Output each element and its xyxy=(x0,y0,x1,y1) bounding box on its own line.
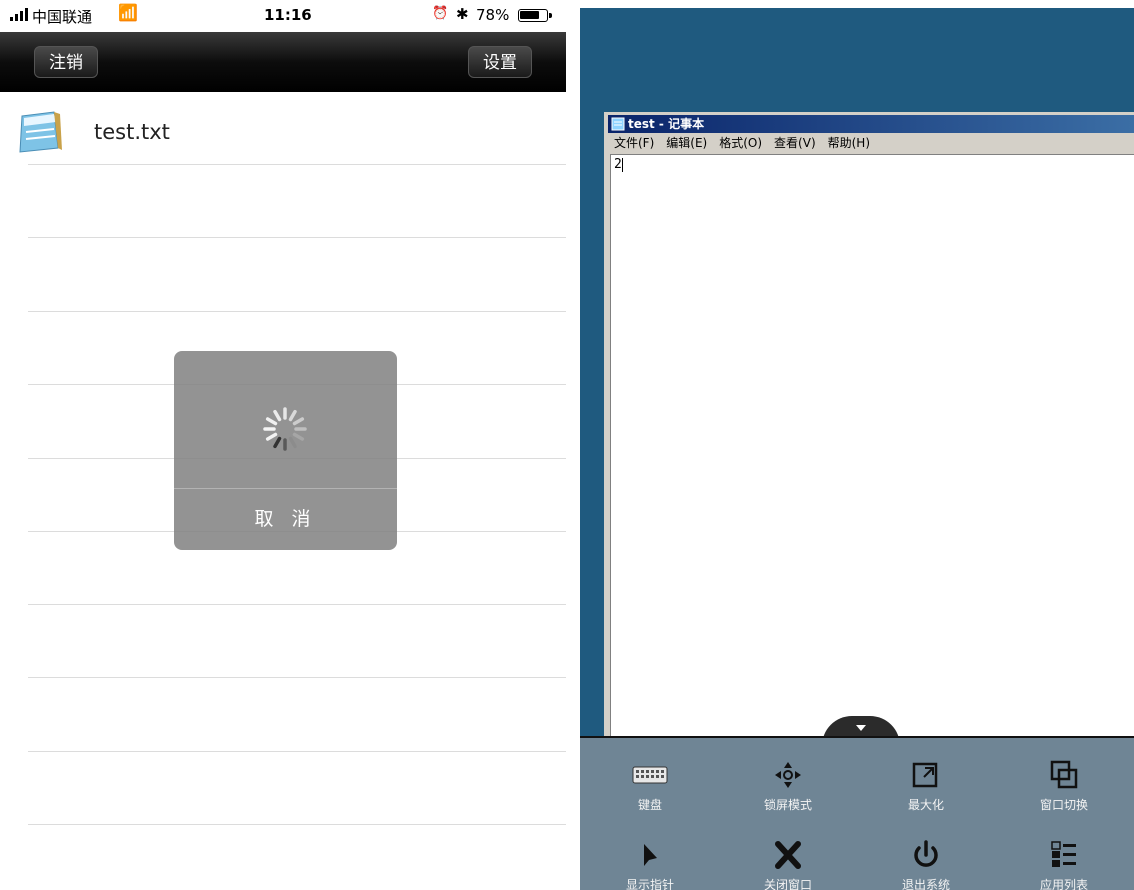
text-caret xyxy=(622,158,623,172)
status-bar: 中国联通 📶 11:16 ⏰ ✱ 78% xyxy=(0,0,566,32)
show-pointer-button[interactable]: 显示指针 xyxy=(590,830,710,890)
move-icon xyxy=(775,762,801,788)
clock: 11:16 xyxy=(264,6,312,24)
tool-label: 应用列表 xyxy=(1039,878,1088,890)
notepad-window: test - 记事本 文件(F) 编辑(E) 格式(O) 查看(V) 帮助(H)… xyxy=(604,112,1134,753)
menu-view[interactable]: 查看(V) xyxy=(774,134,816,152)
tool-label: 最大化 xyxy=(907,798,944,812)
tool-label: 锁屏模式 xyxy=(763,798,812,812)
window-switch-button[interactable]: 窗口切换 xyxy=(1004,750,1124,820)
battery-percent: 78% xyxy=(476,6,510,24)
remote-desktop[interactable]: test - 记事本 文件(F) 编辑(E) 格式(O) 查看(V) 帮助(H)… xyxy=(580,8,1134,890)
keyboard-icon xyxy=(632,766,668,784)
settings-button[interactable]: 设置 xyxy=(468,46,532,78)
wifi-icon: 📶 xyxy=(118,3,138,22)
power-icon xyxy=(914,840,938,867)
row-divider xyxy=(28,677,566,678)
menu-edit[interactable]: 编辑(E) xyxy=(666,134,707,152)
tool-label: 显示指针 xyxy=(625,878,674,890)
list-item[interactable]: test.txt xyxy=(0,92,566,164)
row-divider xyxy=(28,824,566,825)
maximize-button[interactable]: 最大化 xyxy=(866,750,986,820)
chevron-down-icon xyxy=(856,725,866,731)
battery-icon xyxy=(518,9,552,22)
menu-file[interactable]: 文件(F) xyxy=(614,134,654,152)
close-icon xyxy=(775,841,801,869)
app-list-button[interactable]: 应用列表 xyxy=(1004,830,1124,890)
loading-dialog: 取 消 xyxy=(174,351,397,550)
tool-label: 窗口切换 xyxy=(1039,798,1088,812)
window-switch-icon xyxy=(1050,760,1078,789)
cancel-button[interactable]: 取 消 xyxy=(174,489,397,550)
text-editor-area[interactable]: 2 xyxy=(610,154,1134,745)
tool-label: 键盘 xyxy=(637,798,662,812)
lock-screen-mode-button[interactable]: 锁屏模式 xyxy=(728,750,848,820)
nav-bar: 注销 设置 xyxy=(0,32,566,92)
pointer-icon xyxy=(644,844,657,866)
file-name: test.txt xyxy=(94,120,170,144)
row-divider xyxy=(28,237,566,238)
signal-icon xyxy=(10,7,28,21)
editor-content: 2 xyxy=(614,157,622,172)
spinner-icon xyxy=(263,407,307,451)
menu-format[interactable]: 格式(O) xyxy=(719,134,762,152)
keyboard-button[interactable]: 键盘 xyxy=(590,750,710,820)
carrier-label: 中国联通 xyxy=(32,8,93,26)
phone-screen: 中国联通 📶 11:16 ⏰ ✱ 78% 注销 设置 test.txt 取 消 xyxy=(0,0,566,890)
notepad-file-icon xyxy=(19,111,62,153)
menu-bar: 文件(F) 编辑(E) 格式(O) 查看(V) 帮助(H) xyxy=(608,134,1134,152)
notepad-app-icon xyxy=(611,117,625,131)
row-divider xyxy=(28,604,566,605)
maximize-icon xyxy=(912,762,938,788)
menu-help[interactable]: 帮助(H) xyxy=(828,134,870,152)
tool-label: 关闭窗口 xyxy=(763,878,812,890)
window-titlebar[interactable]: test - 记事本 xyxy=(608,115,1134,133)
remote-toolbar: 键盘 锁屏模式 最大化 窗口切换 显示指针 关闭窗口 退出系统 应用列表 xyxy=(580,736,1134,890)
bluetooth-icon: ✱ xyxy=(456,5,469,23)
alarm-icon: ⏰ xyxy=(432,6,449,21)
row-divider xyxy=(28,311,566,312)
tool-label: 退出系统 xyxy=(901,878,950,890)
row-divider xyxy=(28,751,566,752)
app-list-icon xyxy=(1051,841,1076,867)
exit-system-button[interactable]: 退出系统 xyxy=(866,830,986,890)
row-divider xyxy=(28,164,566,165)
logout-button[interactable]: 注销 xyxy=(34,46,98,78)
close-window-button[interactable]: 关闭窗口 xyxy=(728,830,848,890)
window-title: test - 记事本 xyxy=(628,117,705,131)
